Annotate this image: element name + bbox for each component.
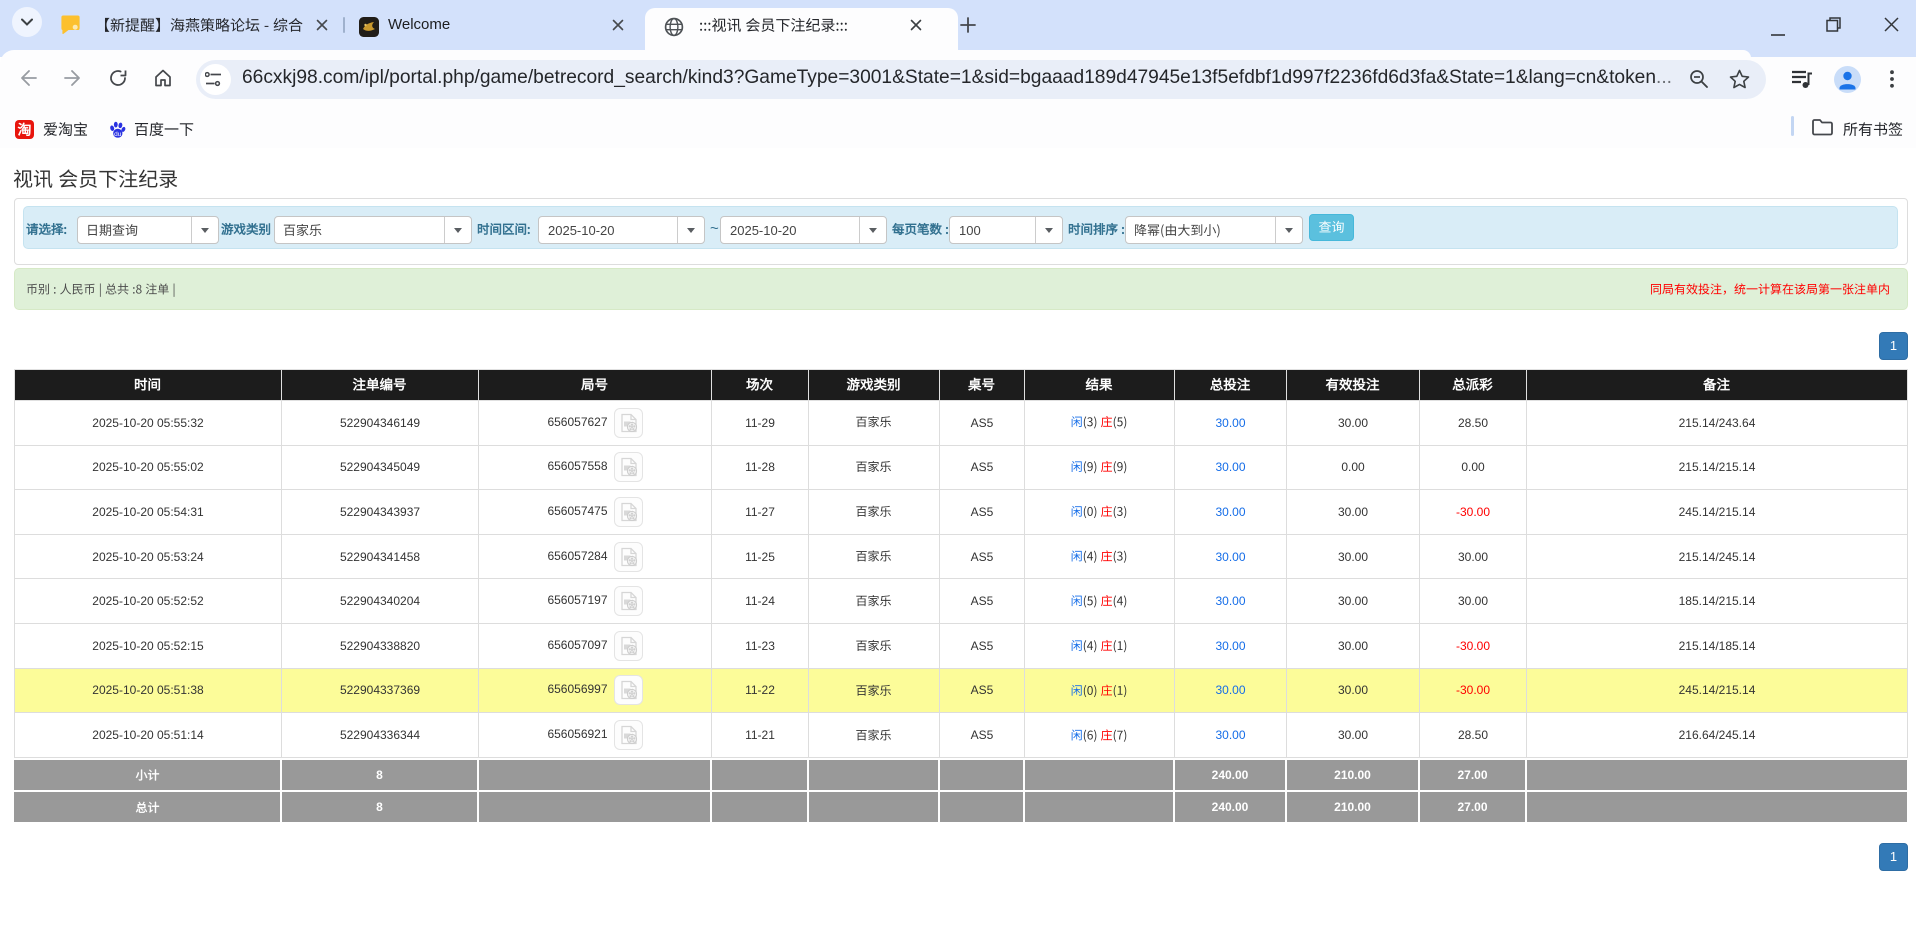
- svg-text:du: du: [114, 131, 122, 138]
